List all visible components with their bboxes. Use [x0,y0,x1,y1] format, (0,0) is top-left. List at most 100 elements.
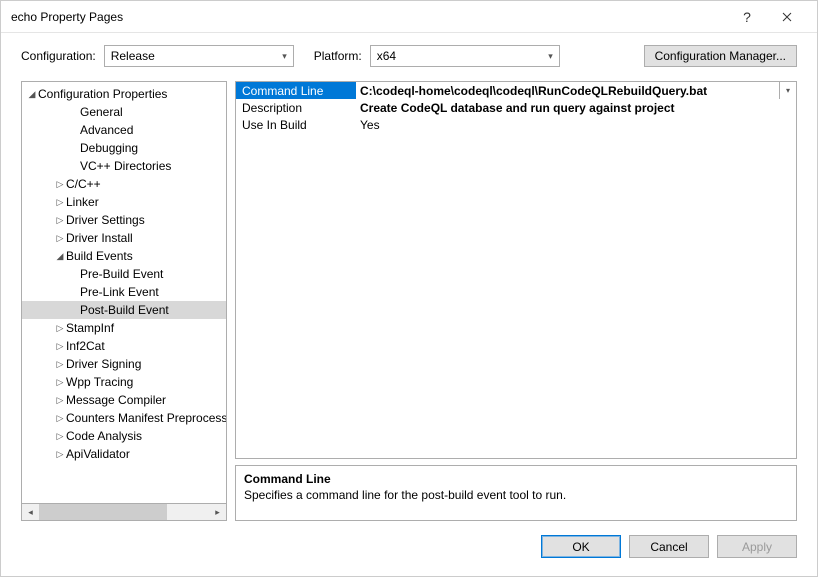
tree-item[interactable]: ▷ApiValidator [22,445,227,463]
tree-horizontal-scrollbar[interactable]: ◂ ▸ [21,504,227,521]
help-button[interactable]: ? [727,3,767,31]
expand-icon: ▷ [54,197,66,208]
dropdown-button[interactable]: ▾ [779,82,796,99]
body: ◢Configuration PropertiesGeneralAdvanced… [1,81,817,535]
grid-property-value[interactable]: Create CodeQL database and run query aga… [356,99,796,116]
expand-icon: ▷ [54,179,66,190]
tree-item[interactable]: ▷Wpp Tracing [22,373,227,391]
platform-label: Platform: [314,49,362,63]
tree-item-label: StampInf [66,321,114,335]
expand-icon: ▷ [54,395,66,406]
tree-item[interactable]: ▷Driver Install [22,229,227,247]
tree-item[interactable]: ▷Inf2Cat [22,337,227,355]
grid-row[interactable]: Command LineC:\codeql-home\codeql\codeql… [236,82,796,99]
tree-item[interactable]: ▷C/C++ [22,175,227,193]
tree-item-label: Wpp Tracing [66,375,133,389]
tree-item-label: ApiValidator [66,447,130,461]
tree-item-label: VC++ Directories [80,159,171,173]
collapse-icon: ◢ [26,89,38,100]
tree-item[interactable]: ▷Driver Signing [22,355,227,373]
configuration-value: Release [111,49,155,63]
tree-item[interactable]: General [22,103,227,121]
tree-item[interactable]: VC++ Directories [22,157,227,175]
configuration-select[interactable]: Release ▾ [104,45,294,67]
titlebar: echo Property Pages ? [1,1,817,33]
tree-root[interactable]: ◢Configuration Properties [22,85,227,103]
property-grid[interactable]: Command LineC:\codeql-home\codeql\codeql… [235,81,797,459]
tree-item-label: Driver Settings [66,213,145,227]
expand-icon: ▷ [54,233,66,244]
tree-item[interactable]: ▷Counters Manifest Preprocessor [22,409,227,427]
platform-select[interactable]: x64 ▾ [370,45,560,67]
tree-item[interactable]: Advanced [22,121,227,139]
scroll-right-arrow-icon[interactable]: ▸ [209,504,226,520]
tree-item[interactable]: Post-Build Event [22,301,227,319]
cancel-button[interactable]: Cancel [629,535,709,558]
config-row: Configuration: Release ▾ Platform: x64 ▾… [1,33,817,81]
grid-property-name: Description [236,99,356,116]
expand-icon: ▷ [54,431,66,442]
tree-item-label: Driver Signing [66,357,141,371]
apply-button[interactable]: Apply [717,535,797,558]
expand-icon: ▷ [54,323,66,334]
expand-icon: ▷ [54,449,66,460]
tree-item[interactable]: ▷Message Compiler [22,391,227,409]
expand-icon: ▷ [54,215,66,226]
tree-item-label: Linker [66,195,99,209]
expand-icon: ▷ [54,359,66,370]
tree-item-label: Counters Manifest Preprocessor [66,411,227,425]
tree-item[interactable]: ▷Linker [22,193,227,211]
tree-item[interactable]: ▷Driver Settings [22,211,227,229]
grid-property-name: Command Line [236,82,356,99]
tree-item-label: General [80,105,123,119]
description-text: Specifies a command line for the post-bu… [244,488,788,502]
tree-item-label: Pre-Link Event [80,285,159,299]
expand-icon: ▷ [54,377,66,388]
window-title: echo Property Pages [11,10,727,24]
tree-item[interactable]: Debugging [22,139,227,157]
tree-item[interactable]: Pre-Build Event [22,265,227,283]
grid-row[interactable]: DescriptionCreate CodeQL database and ru… [236,99,796,116]
ok-button[interactable]: OK [541,535,621,558]
tree-item-label: Inf2Cat [66,339,105,353]
grid-row[interactable]: Use In BuildYes [236,116,796,133]
tree-item[interactable]: ▷Code Analysis [22,427,227,445]
tree-item-label: Pre-Build Event [80,267,163,281]
tree-item-label: Message Compiler [66,393,166,407]
grid-property-value[interactable]: Yes [356,116,796,133]
platform-value: x64 [377,49,396,63]
chevron-down-icon: ▾ [548,51,553,62]
footer: OK Cancel Apply [1,535,817,576]
tree[interactable]: ◢Configuration PropertiesGeneralAdvanced… [21,81,227,504]
scroll-thumb[interactable] [39,504,167,520]
tree-item[interactable]: ▷StampInf [22,319,227,337]
tree-item-label: Build Events [66,249,133,263]
configuration-manager-button[interactable]: Configuration Manager... [644,45,797,67]
close-icon [782,12,792,22]
tree-item-label: C/C++ [66,177,101,191]
description-title: Command Line [244,472,788,486]
scroll-left-arrow-icon[interactable]: ◂ [22,504,39,520]
grid-property-name: Use In Build [236,116,356,133]
tree-item-label: Debugging [80,141,138,155]
grid-property-value[interactable]: C:\codeql-home\codeql\codeql\RunCodeQLRe… [356,82,779,99]
tree-item-label: Code Analysis [66,429,142,443]
tree-item-label: Configuration Properties [38,87,167,101]
expand-icon: ▷ [54,413,66,424]
tree-item-label: Advanced [80,123,133,137]
scroll-track[interactable] [39,504,209,520]
tree-item[interactable]: ◢Build Events [22,247,227,265]
tree-item[interactable]: Pre-Link Event [22,283,227,301]
tree-item-label: Driver Install [66,231,133,245]
chevron-down-icon: ▾ [282,51,287,62]
configuration-label: Configuration: [21,49,96,63]
expand-icon: ▷ [54,341,66,352]
description-box: Command Line Specifies a command line fo… [235,465,797,521]
property-pages-dialog: echo Property Pages ? Configuration: Rel… [0,0,818,577]
right-panel: Command LineC:\codeql-home\codeql\codeql… [235,81,797,521]
chevron-down-icon: ▾ [786,86,790,95]
tree-item-label: Post-Build Event [80,303,169,317]
collapse-icon: ◢ [54,251,66,262]
tree-panel: ◢Configuration PropertiesGeneralAdvanced… [21,81,227,521]
close-button[interactable] [767,3,807,31]
